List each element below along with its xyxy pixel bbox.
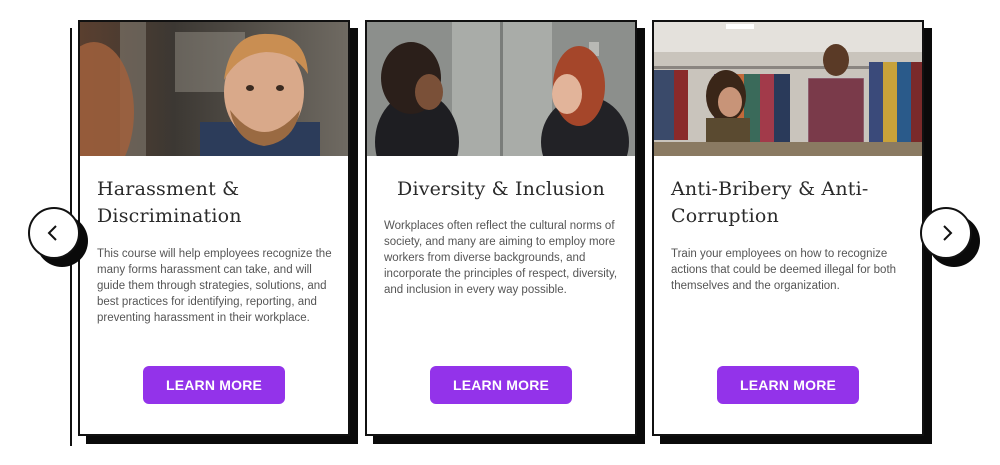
card-description: Train your employees on how to recognize… [671, 248, 897, 292]
card-title: Anti-Bribery & Anti-Corruption [671, 178, 869, 227]
learn-more-button[interactable]: LEARN MORE [430, 366, 572, 404]
chevron-left-icon [44, 223, 64, 243]
card-image-diversity [367, 22, 635, 156]
course-card-anti-bribery: Anti-Bribery & Anti-Corruption Train you… [652, 20, 932, 444]
learn-more-button[interactable]: LEARN MORE [143, 366, 285, 404]
course-card-diversity: Diversity & Inclusion Workplaces often r… [365, 20, 645, 444]
course-carousel: Harassment & Discrimination This course … [0, 0, 1000, 465]
card-title: Harassment & Discrimination [97, 178, 242, 227]
carousel-prev-button[interactable] [28, 207, 88, 267]
prev-button-circle[interactable] [28, 207, 80, 259]
carousel-next-button[interactable] [920, 207, 980, 267]
card-body: Anti-Bribery & Anti-Corruption Train you… [652, 20, 924, 436]
chevron-right-icon [936, 223, 956, 243]
card-description: Workplaces often reflect the cultural no… [384, 220, 618, 296]
card-image-anti-bribery [654, 22, 922, 156]
next-button-circle[interactable] [920, 207, 972, 259]
card-body: Diversity & Inclusion Workplaces often r… [365, 20, 637, 436]
course-card-harassment: Harassment & Discrimination This course … [78, 20, 358, 444]
card-image-harassment [80, 22, 348, 156]
learn-more-button[interactable]: LEARN MORE [717, 366, 859, 404]
card-description: This course will help employees recogniz… [97, 248, 332, 324]
card-body: Harassment & Discrimination This course … [78, 20, 350, 436]
card-title: Diversity & Inclusion [397, 178, 605, 200]
